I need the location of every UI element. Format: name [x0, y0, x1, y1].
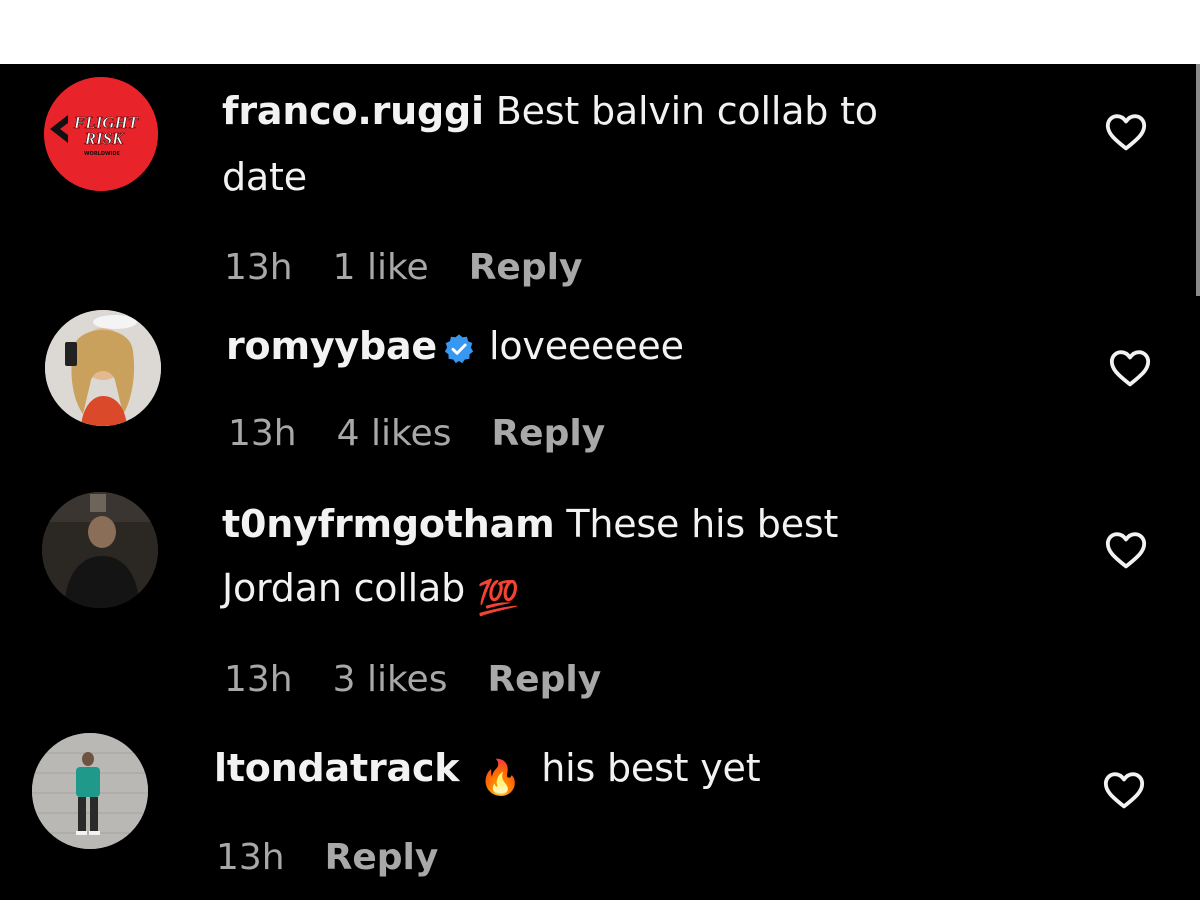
comment-text: franco.ruggi Best balvin collab to date	[222, 78, 1042, 210]
heart-outline-icon[interactable]	[1108, 348, 1152, 388]
reply-button[interactable]: Reply	[325, 837, 439, 878]
avatar-photo	[45, 310, 161, 426]
logo-text: WORLDWIDE	[84, 151, 120, 157]
reply-button[interactable]: Reply	[487, 659, 601, 700]
username[interactable]: franco.ruggi	[222, 89, 484, 133]
reply-button[interactable]: Reply	[469, 247, 583, 288]
comment-meta: 13h 4 likes Reply	[228, 412, 645, 456]
timestamp: 13h	[216, 837, 285, 878]
username[interactable]: ltondatrack	[214, 746, 460, 790]
avatar[interactable]	[42, 492, 158, 608]
heart-outline-icon[interactable]	[1104, 112, 1148, 152]
comment-body: These his best	[554, 502, 839, 546]
comment-meta: 13h 3 likes Reply	[224, 658, 641, 702]
heart-outline-icon[interactable]	[1104, 530, 1148, 570]
timestamp: 13h	[224, 247, 293, 288]
logo-text: RISK	[84, 129, 125, 148]
comment-body: Best balvin collab to	[483, 89, 878, 133]
flight-risk-logo: FLIGHT RISK WORLDWIDE	[44, 77, 158, 191]
comment-body: Jordan collab	[222, 566, 477, 610]
username[interactable]: romyybae	[226, 324, 437, 368]
avatar[interactable]	[45, 310, 161, 426]
comments-panel: FLIGHT RISK WORLDWIDE franco.ruggi Best …	[0, 64, 1200, 900]
comment-text: t0nyfrmgotham These his best Jordan coll…	[222, 492, 1042, 630]
heart-outline-icon[interactable]	[1102, 770, 1146, 810]
username[interactable]: t0nyfrmgotham	[222, 502, 555, 546]
avatar[interactable]	[32, 733, 148, 849]
reply-button[interactable]: Reply	[491, 413, 605, 454]
avatar-photo	[32, 733, 148, 849]
like-count[interactable]: 4 likes	[337, 413, 452, 454]
like-count[interactable]: 3 likes	[333, 659, 448, 700]
comment-text: ltondatrack 🔥 his best yet	[214, 735, 1034, 811]
comment-text: romyybae loveeeeee	[226, 313, 1046, 379]
verified-badge-icon	[444, 334, 474, 364]
timestamp: 13h	[228, 413, 297, 454]
comment-body: date	[222, 155, 307, 199]
comment-body: his best yet	[541, 746, 761, 790]
hundred-points-icon: 💯	[476, 578, 520, 618]
comment-body: loveeeeee	[489, 324, 684, 368]
scrollbar[interactable]	[1196, 64, 1200, 296]
timestamp: 13h	[224, 659, 293, 700]
comment-meta: 13h Reply	[216, 836, 478, 880]
fire-icon: 🔥	[479, 758, 522, 798]
avatar[interactable]: FLIGHT RISK WORLDWIDE	[44, 77, 158, 191]
like-count[interactable]: 1 like	[333, 247, 429, 288]
comment-meta: 13h 1 like Reply	[224, 246, 622, 290]
avatar-photo	[42, 492, 158, 608]
